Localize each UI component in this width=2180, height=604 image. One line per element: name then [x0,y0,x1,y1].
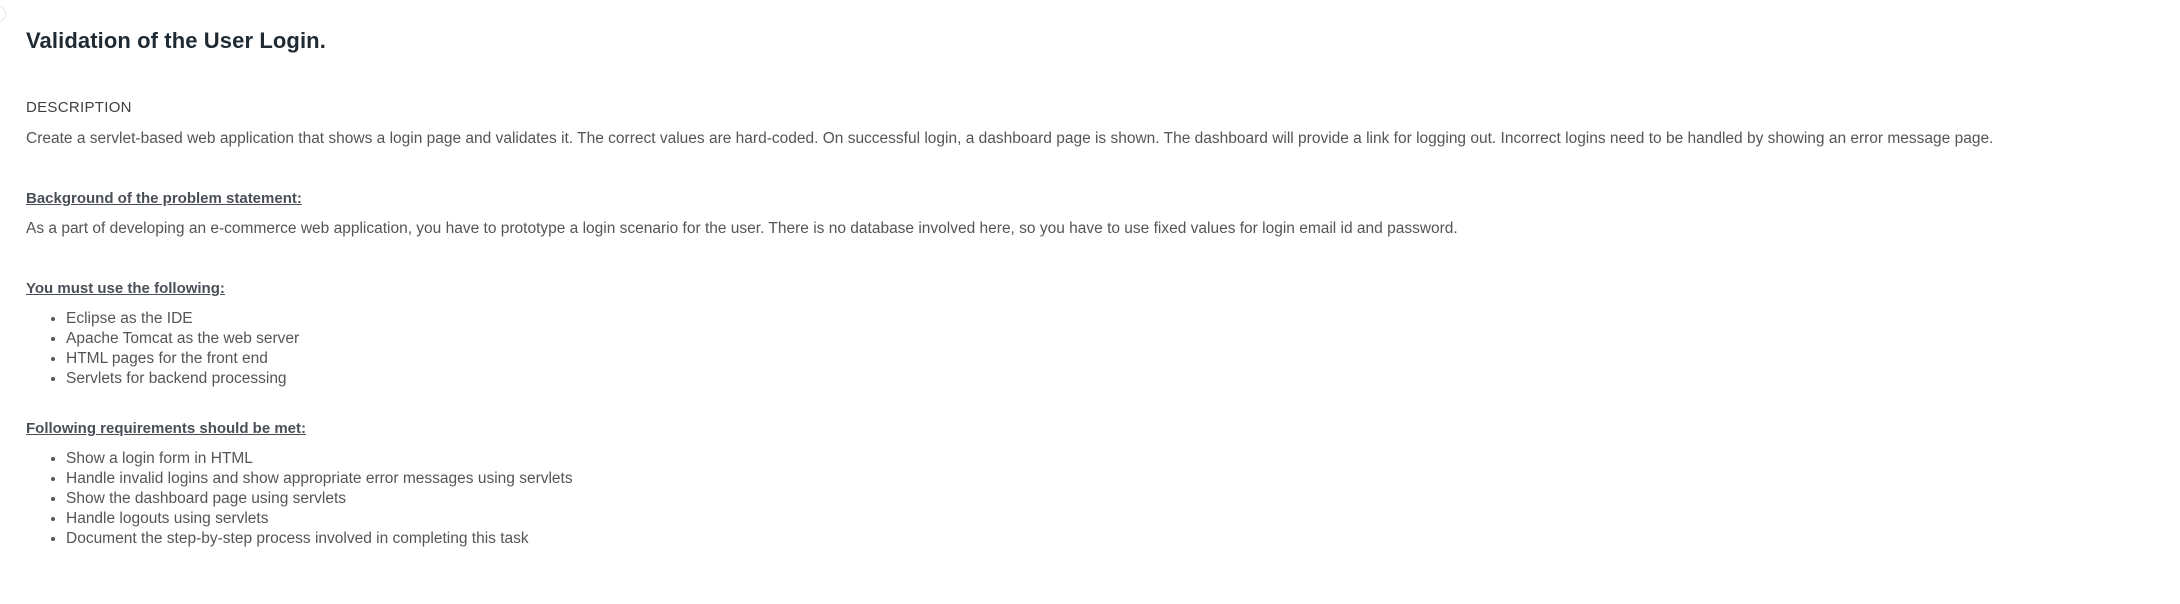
requirements-heading: Following requirements should be met: [26,420,307,437]
list-item: HTML pages for the front end [66,349,299,369]
background-text: As a part of developing an e-commerce we… [26,220,1458,237]
requirements-list: Show a login form in HTML Handle invalid… [26,449,573,549]
list-item: Show a login form in HTML [66,449,573,469]
description-label: DESCRIPTION [26,99,132,116]
must-use-list: Eclipse as the IDE Apache Tomcat as the … [26,309,299,389]
must-use-heading: You must use the following: [26,280,225,297]
description-text: Create a servlet-based web application t… [26,130,1994,147]
list-item: Document the step-by-step process involv… [66,529,573,549]
list-item: Eclipse as the IDE [66,309,299,329]
background-heading: Background of the problem statement: [26,190,302,207]
list-item: Apache Tomcat as the web server [66,329,299,349]
list-item: Handle logouts using servlets [66,509,573,529]
list-item: Servlets for backend processing [66,369,299,389]
corner-circle-icon [0,6,6,22]
page-title: Validation of the User Login. [26,28,326,53]
list-item: Show the dashboard page using servlets [66,489,573,509]
list-item: Handle invalid logins and show appropria… [66,469,573,489]
